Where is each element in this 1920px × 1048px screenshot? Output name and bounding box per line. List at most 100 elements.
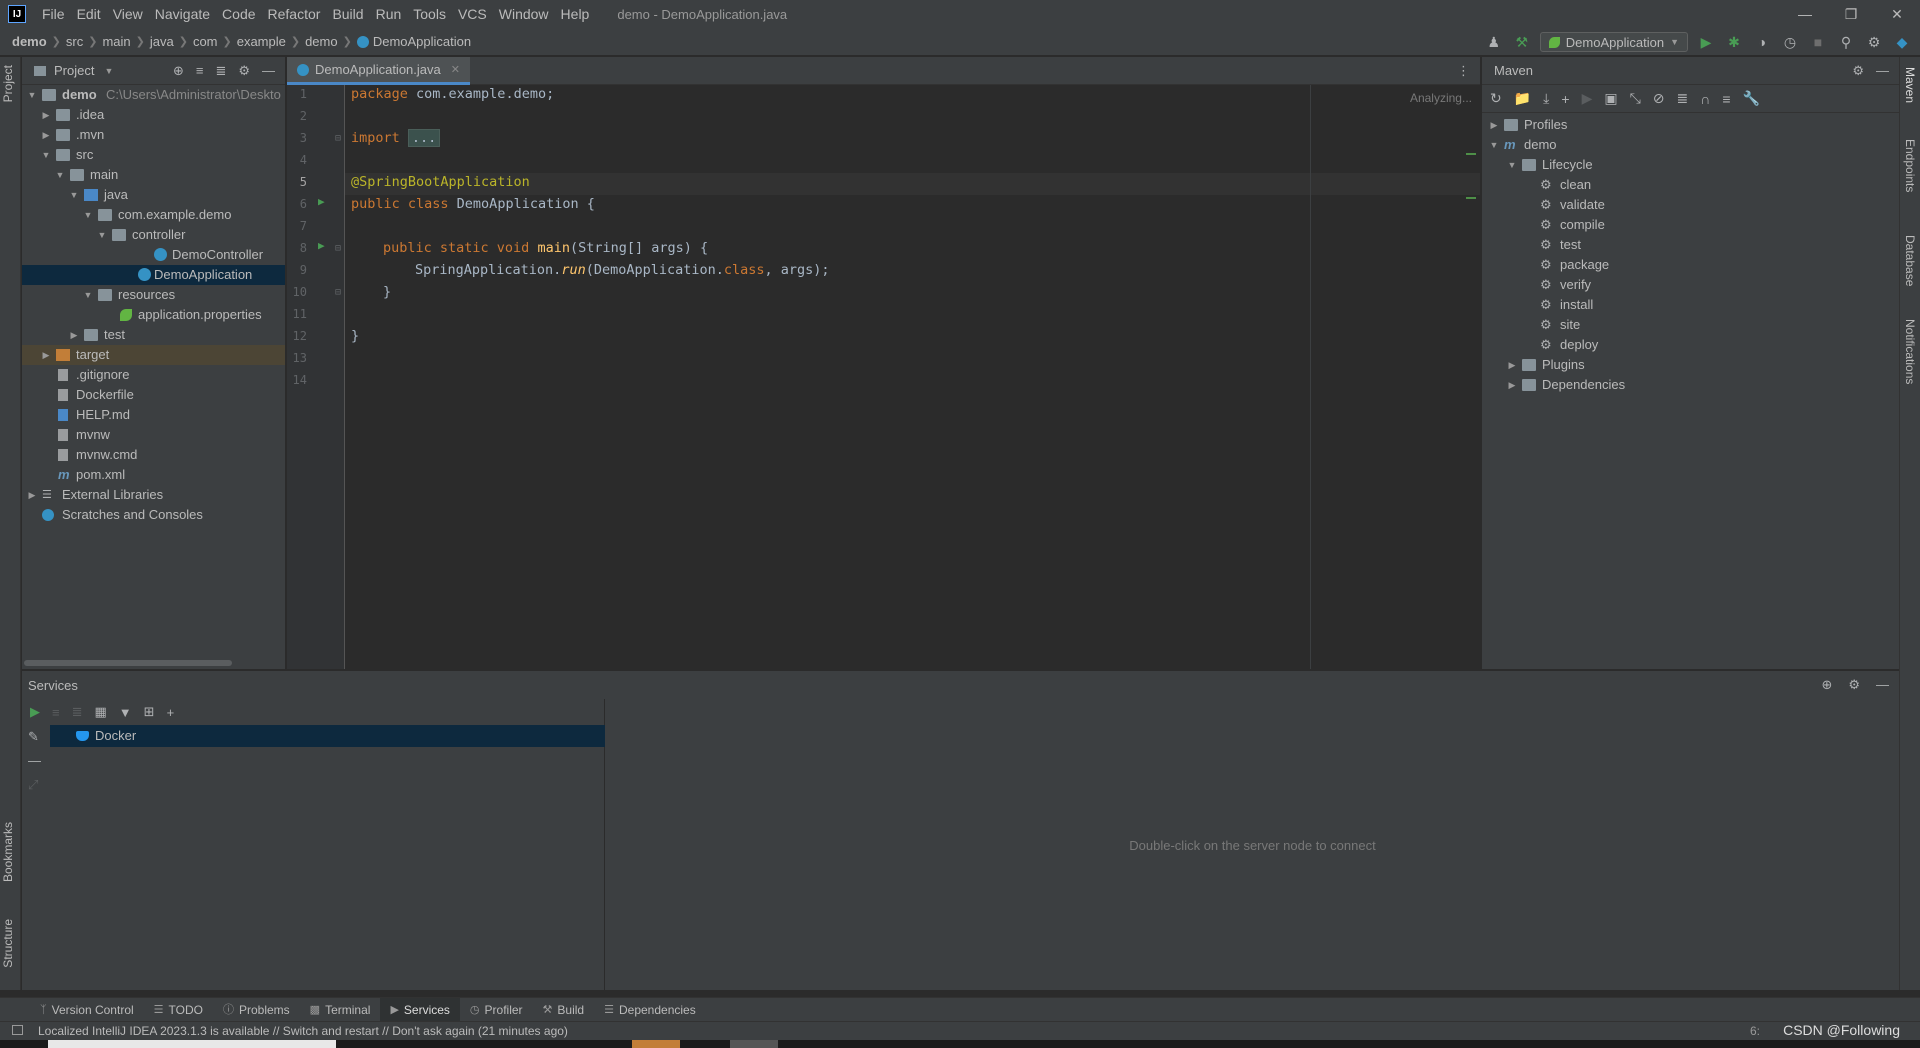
run-configuration-select[interactable]: DemoApplication ▼ — [1539, 32, 1688, 52]
tree-item-mvn[interactable]: ▶ .mvn — [22, 125, 285, 145]
fold-icon[interactable]: ⊟ — [335, 133, 341, 144]
generate-sources-icon[interactable]: 📁 — [1514, 90, 1531, 107]
folded-imports[interactable]: ... — [407, 129, 441, 147]
horizontal-scrollbar[interactable] — [24, 660, 232, 666]
close-tab-icon[interactable]: ✕ — [451, 63, 460, 76]
tab-profiler[interactable]: ◷ Profiler — [460, 998, 533, 1022]
tree-item-src[interactable]: ▼ src — [22, 145, 285, 165]
settings-icon[interactable]: ⚙ — [1864, 32, 1884, 52]
maven-goal-package[interactable]: ⚙ package — [1482, 255, 1899, 275]
execute-goal-icon[interactable]: ▣ — [1604, 90, 1617, 107]
menu-tools[interactable]: Tools — [407, 0, 452, 28]
tree-item-democontroller[interactable]: DemoController — [22, 245, 285, 265]
stripe-structure[interactable]: Structure — [1, 919, 15, 968]
tab-services[interactable]: ▶ Services — [380, 997, 460, 1022]
service-docker[interactable]: Docker — [50, 725, 605, 747]
menu-refactor[interactable]: Refactor — [262, 0, 327, 28]
breadcrumb-demoapplication[interactable]: DemoApplication — [373, 34, 471, 49]
more-options-icon[interactable]: ⋮ — [1457, 63, 1470, 79]
build-hammer-icon[interactable]: ⚒ — [1512, 32, 1532, 52]
project-panel-title[interactable]: Project — [54, 63, 94, 78]
expand-all-icon[interactable]: ≡ — [196, 63, 204, 79]
new-tab-icon[interactable]: ⊞ — [144, 704, 155, 720]
chevron-right-icon[interactable]: ▶ — [26, 485, 38, 505]
menu-help[interactable]: Help — [555, 0, 596, 28]
minus-icon[interactable]: — — [28, 753, 41, 768]
download-icon[interactable]: ⤓ — [1543, 90, 1549, 107]
run-icon[interactable]: ▶ — [1696, 32, 1716, 52]
coverage-icon[interactable]: ◑ — [1752, 32, 1772, 52]
maven-project-demo[interactable]: ▼ m demo — [1482, 135, 1899, 155]
expand-icon[interactable]: ⤢ — [28, 777, 38, 793]
chevron-right-icon[interactable]: ▶ — [40, 125, 52, 145]
tree-item-external-libraries[interactable]: ▶ ☰ External Libraries — [22, 485, 285, 505]
tab-todo[interactable]: ☰ TODO — [144, 998, 213, 1022]
chevron-down-icon[interactable]: ▼ — [104, 66, 113, 76]
tree-item-mvnw[interactable]: mvnw — [22, 425, 285, 445]
stripe-maven[interactable]: Maven — [1903, 67, 1917, 103]
taskbar-item[interactable] — [632, 1040, 680, 1048]
menu-code[interactable]: Code — [216, 0, 261, 28]
chevron-right-icon[interactable]: ▶ — [1506, 375, 1518, 395]
expand-all-icon[interactable]: ≡ — [52, 705, 60, 720]
tree-item-controller[interactable]: ▼ controller — [22, 225, 285, 245]
chevron-down-icon[interactable]: ▼ — [54, 165, 66, 185]
status-message[interactable]: Localized IntelliJ IDEA 2023.1.3 is avai… — [0, 1024, 568, 1038]
show-dependencies-icon[interactable]: ∩ — [1700, 91, 1710, 107]
tree-item-dockerfile[interactable]: Dockerfile — [22, 385, 285, 405]
close-window-icon[interactable]: ✕ — [1874, 0, 1920, 28]
stripe-project[interactable]: Project — [1, 65, 15, 102]
expand-all-icon[interactable]: ≡ — [1722, 91, 1730, 107]
tree-item-resources[interactable]: ▼ resources — [22, 285, 285, 305]
breadcrumb-main[interactable]: main — [102, 34, 130, 49]
maven-goal-test[interactable]: ⚙ test — [1482, 235, 1899, 255]
chevron-down-icon[interactable]: ▼ — [96, 225, 108, 245]
chevron-down-icon[interactable]: ▼ — [82, 205, 94, 225]
maven-goal-site[interactable]: ⚙ site — [1482, 315, 1899, 335]
menu-file[interactable]: File — [36, 0, 71, 28]
run-icon[interactable]: ▶ — [30, 704, 40, 720]
chevron-down-icon[interactable]: ▼ — [1506, 155, 1518, 175]
taskbar-item[interactable] — [730, 1040, 778, 1048]
fold-icon[interactable]: ⊟ — [335, 243, 341, 254]
menu-run[interactable]: Run — [370, 0, 408, 28]
taskbar-item[interactable] — [48, 1040, 336, 1048]
debug-icon[interactable]: ✱ — [1724, 32, 1744, 52]
hide-icon[interactable]: — — [1876, 63, 1889, 79]
jetbrains-icon[interactable]: ◆ — [1892, 32, 1912, 52]
gear-icon[interactable]: ⚙ — [238, 63, 250, 79]
menu-view[interactable]: View — [107, 0, 149, 28]
chevron-right-icon[interactable]: ▶ — [1506, 355, 1518, 375]
stripe-endpoints[interactable]: Endpoints — [1903, 139, 1917, 192]
tree-item-scratches[interactable]: Scratches and Consoles — [22, 505, 285, 525]
profile-icon[interactable]: ◷ — [1780, 32, 1800, 52]
tree-item-idea[interactable]: ▶ .idea — [22, 105, 285, 125]
chevron-right-icon[interactable]: ▶ — [68, 325, 80, 345]
stop-icon[interactable]: ■ — [1808, 32, 1828, 52]
tree-item-test[interactable]: ▶ test — [22, 325, 285, 345]
tab-terminal[interactable]: ▩ Terminal — [300, 998, 381, 1022]
menu-window[interactable]: Window — [493, 0, 555, 28]
code-editor[interactable]: 1 2 3 4 5 6 7 8 9 10 11 12 13 14 ▶ ▶ ⊟ ⊟… — [287, 85, 1480, 669]
tab-dependencies[interactable]: ☰ Dependencies — [594, 998, 706, 1022]
maven-goal-install[interactable]: ⚙ install — [1482, 295, 1899, 315]
tab-build[interactable]: ⚒ Build — [533, 998, 595, 1022]
collapse-all-icon[interactable]: ≣ — [215, 63, 226, 79]
menu-navigate[interactable]: Navigate — [149, 0, 216, 28]
maven-goal-clean[interactable]: ⚙ clean — [1482, 175, 1899, 195]
tree-item-demo[interactable]: ▼ demo C:\Users\Administrator\Deskto — [22, 85, 285, 105]
add-icon[interactable]: + — [167, 705, 175, 720]
chevron-down-icon[interactable]: ▼ — [82, 285, 94, 305]
maven-goal-validate[interactable]: ⚙ validate — [1482, 195, 1899, 215]
stripe-bookmarks[interactable]: Bookmarks — [1, 822, 15, 882]
maven-lifecycle[interactable]: ▼ Lifecycle — [1482, 155, 1899, 175]
search-icon[interactable]: ⚲ — [1836, 32, 1856, 52]
tree-item-main[interactable]: ▼ main — [22, 165, 285, 185]
gear-icon[interactable]: ⚙ — [1852, 63, 1864, 79]
tab-problems[interactable]: ⓘ Problems — [213, 998, 300, 1022]
layout-icon[interactable] — [12, 1025, 23, 1035]
tree-item-pom-xml[interactable]: m pom.xml — [22, 465, 285, 485]
tree-item-java[interactable]: ▼ java — [22, 185, 285, 205]
restore-icon[interactable]: ❐ — [1828, 0, 1874, 28]
group-icon[interactable]: ▦ — [95, 704, 107, 720]
